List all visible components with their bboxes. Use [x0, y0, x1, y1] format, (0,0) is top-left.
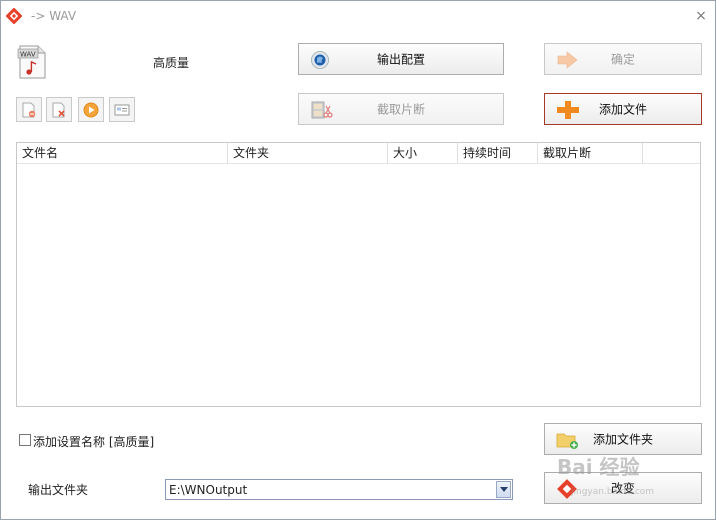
- add-folder-button[interactable]: 添加文件夹: [544, 423, 702, 455]
- change-label: 改变: [610, 481, 635, 496]
- quality-label: 高质量: [153, 56, 190, 70]
- add-file-label: 添加文件: [598, 102, 647, 117]
- clear-list-button[interactable]: [46, 97, 72, 122]
- add-setting-name-checkbox[interactable]: [19, 434, 31, 446]
- column-header-folder[interactable]: 文件夹: [228, 143, 388, 163]
- remove-file-button[interactable]: [16, 97, 42, 122]
- window-title: -> WAV: [31, 9, 77, 23]
- file-list-header: 文件名 文件夹 大小 持续时间 截取片断: [17, 143, 700, 164]
- title-bar: -> WAV ×: [1, 1, 715, 31]
- media-info-icon: [114, 104, 130, 116]
- wav-file-icon: WAV: [17, 45, 46, 79]
- main-window: -> WAV × WAV 高质量 输出配置 确定 截取片断 添加文件 文件名 文…: [0, 0, 716, 520]
- column-header-size[interactable]: 大小: [388, 143, 458, 163]
- confirm-button[interactable]: 确定: [544, 43, 702, 75]
- output-folder-label: 输出文件夹: [28, 483, 89, 497]
- add-folder-label: 添加文件夹: [592, 432, 653, 447]
- svg-text:WAV: WAV: [20, 51, 36, 59]
- dropdown-arrow-button[interactable]: [496, 481, 511, 498]
- chevron-down-icon: [500, 487, 508, 492]
- clip-segment-label: 截取片断: [376, 102, 425, 117]
- remove-file-icon: [22, 102, 36, 118]
- clear-list-icon: [52, 102, 65, 118]
- media-info-button[interactable]: [109, 97, 135, 122]
- output-folder-dropdown[interactable]: E:\WNOutput: [165, 479, 513, 500]
- output-config-label: 输出配置: [376, 52, 425, 67]
- change-button[interactable]: 改变: [544, 472, 702, 504]
- play-icon: [83, 102, 99, 118]
- column-header-duration[interactable]: 持续时间: [458, 143, 538, 163]
- add-setting-name-label: 添加设置名称 [高质量]: [33, 435, 155, 449]
- close-button[interactable]: ×: [693, 7, 709, 25]
- confirm-label: 确定: [610, 52, 635, 67]
- app-logo-icon: [6, 8, 22, 24]
- file-list[interactable]: 文件名 文件夹 大小 持续时间 截取片断: [16, 142, 701, 407]
- add-file-button[interactable]: 添加文件: [544, 93, 702, 125]
- output-config-button[interactable]: 输出配置: [298, 43, 504, 75]
- output-folder-path: E:\WNOutput: [169, 483, 248, 497]
- column-header-clip[interactable]: 截取片断: [538, 143, 643, 163]
- clip-segment-button[interactable]: 截取片断: [298, 93, 504, 125]
- play-button[interactable]: [78, 97, 104, 122]
- column-header-filename[interactable]: 文件名: [17, 143, 228, 163]
